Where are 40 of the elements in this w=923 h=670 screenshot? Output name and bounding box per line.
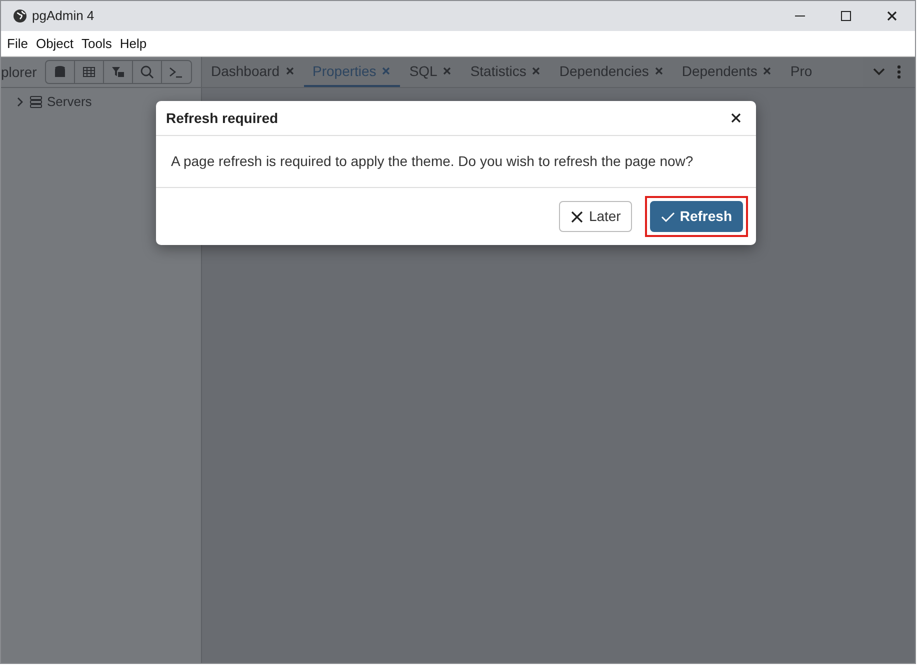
tab-label: Dashboard [211,62,280,80]
tab[interactable]: Properties [304,57,400,87]
tab-label: Statistics [470,62,526,80]
tab[interactable]: Pro [781,57,822,87]
menu-item[interactable]: File [7,34,28,54]
tab-label: SQL [409,62,438,81]
close-icon [886,10,898,22]
terminal-icon [169,65,184,79]
tab[interactable]: Statistics [461,57,550,87]
filter-table-icon [110,65,125,79]
menu-item[interactable]: Tools [82,34,112,54]
close-icon [570,210,584,224]
table-icon [82,65,96,79]
tab-label: Dependents [682,62,758,81]
menu-item[interactable]: Help [120,34,147,54]
menu-item[interactable]: Object [36,34,74,54]
close-icon[interactable] [730,112,742,124]
globe-icon [13,9,27,23]
chevron-down-icon[interactable] [873,68,885,76]
tree-item[interactable]: Servers [47,92,92,112]
confirm-button[interactable]: Refresh [650,201,743,232]
tab-label: Pro [790,62,812,80]
tab-label: Properties [312,62,376,81]
dialog-title: Refresh required [166,108,278,128]
tab[interactable]: SQL [400,57,462,87]
tab[interactable]: Dependencies [550,57,673,87]
tab[interactable]: Dashboard [202,57,304,87]
chevron-icon[interactable] [15,96,25,107]
panel-title: plorer [1,62,37,82]
window-title: pgAdmin 4 [32,7,94,26]
cancel-button[interactable]: Later [558,201,632,232]
dialog-message: A page refresh is required to apply the theme. Do you wish to refresh the page now? [156,136,756,188]
tab[interactable]: Dependents [672,57,782,87]
search-icon [140,65,154,79]
tab-label: Dependencies [559,62,649,81]
server-stack-icon [29,94,43,109]
database-icon [52,65,67,79]
more-icon[interactable] [897,65,901,79]
checkmark-icon [660,210,675,224]
maximize-icon [840,10,852,22]
